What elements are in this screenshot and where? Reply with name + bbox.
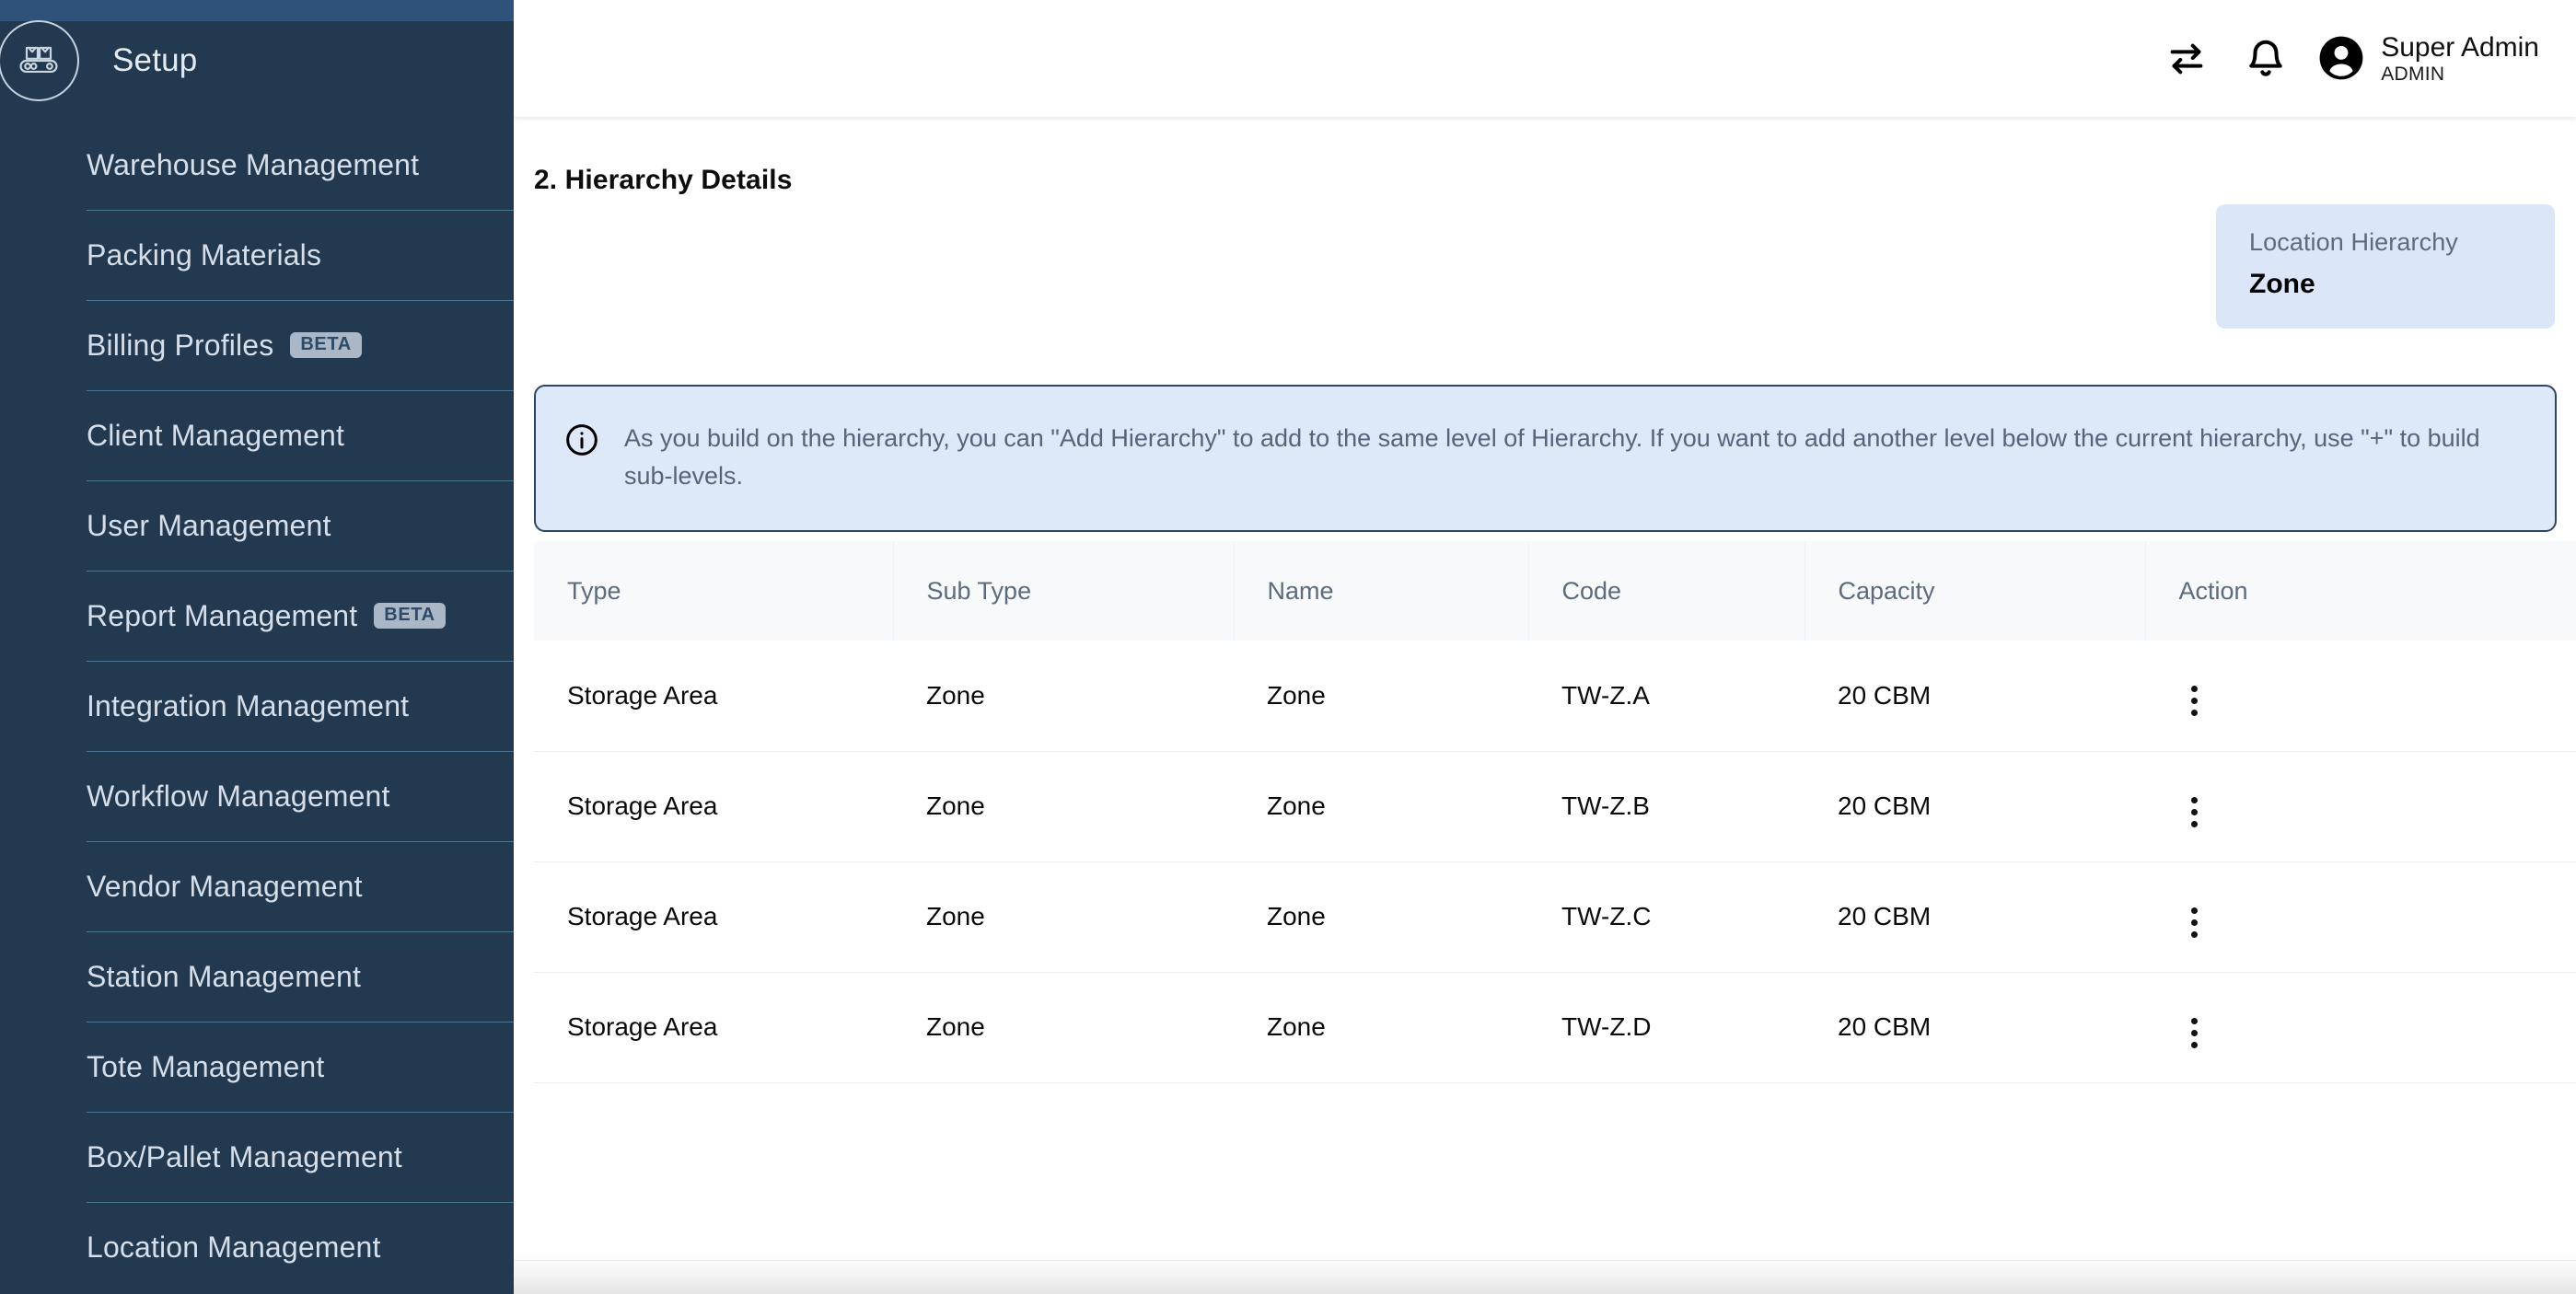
- sidebar-nav: Warehouse Management Packing Materials B…: [0, 120, 514, 1292]
- sidebar-item-client-management[interactable]: Client Management: [0, 390, 514, 480]
- cell-type: Storage Area: [534, 972, 893, 1082]
- bottom-shadow: [514, 1252, 2576, 1294]
- column-header-code: Code: [1528, 541, 1804, 641]
- table-row: Storage Area Zone Zone TW-Z.B 20 CBM: [534, 751, 2576, 861]
- cell-name: Zone: [1234, 641, 1528, 751]
- cell-code: TW-Z.A: [1528, 641, 1804, 751]
- cell-sub-type: Zone: [893, 641, 1234, 751]
- bell-icon[interactable]: [2226, 19, 2305, 98]
- sidebar-item-station-management[interactable]: Station Management: [0, 931, 514, 1022]
- cell-capacity: 20 CBM: [1804, 861, 2145, 972]
- sidebar-item-billing-profiles[interactable]: Billing Profiles BETA: [0, 300, 514, 390]
- column-header-name: Name: [1234, 541, 1528, 641]
- column-header-type: Type: [534, 541, 893, 641]
- sidebar-brand[interactable]: Setup: [0, 0, 514, 99]
- conveyor-belt-icon: [0, 20, 79, 101]
- cell-capacity: 20 CBM: [1804, 972, 2145, 1082]
- sidebar-item-user-management[interactable]: User Management: [0, 480, 514, 571]
- kebab-menu-icon[interactable]: [2178, 791, 2210, 833]
- sidebar-item-location-management[interactable]: Location Management: [0, 1202, 514, 1292]
- kebab-menu-icon[interactable]: [2178, 1012, 2210, 1054]
- location-hierarchy-card: Location Hierarchy Zone: [2216, 204, 2555, 329]
- info-banner: As you build on the hierarchy, you can "…: [534, 385, 2557, 532]
- beta-badge: BETA: [290, 332, 361, 358]
- cell-action: [2145, 641, 2576, 751]
- bottom-divider: [514, 1260, 2576, 1261]
- cell-sub-type: Zone: [893, 861, 1234, 972]
- location-hierarchy-value: Zone: [2249, 269, 2555, 300]
- sidebar-item-label: User Management: [87, 509, 331, 543]
- user-name: Super Admin: [2381, 32, 2539, 64]
- sidebar: Setup Warehouse Management Packing Mater…: [0, 0, 514, 1294]
- sidebar-item-box-pallet-management[interactable]: Box/Pallet Management: [0, 1112, 514, 1202]
- sidebar-item-label: Box/Pallet Management: [87, 1140, 402, 1174]
- sidebar-item-report-management[interactable]: Report Management BETA: [0, 571, 514, 661]
- table-row: Storage Area Zone Zone TW-Z.A 20 CBM: [534, 641, 2576, 751]
- location-hierarchy-label: Location Hierarchy: [2249, 228, 2555, 257]
- sidebar-item-warehouse-management[interactable]: Warehouse Management: [0, 120, 514, 210]
- cell-type: Storage Area: [534, 751, 893, 861]
- app-root: Setup Warehouse Management Packing Mater…: [0, 0, 2576, 1294]
- sidebar-item-vendor-management[interactable]: Vendor Management: [0, 841, 514, 931]
- table-header-row: Type Sub Type Name Code Capacity Action: [534, 541, 2576, 641]
- sidebar-item-label: Integration Management: [87, 689, 409, 723]
- sidebar-item-label: Vendor Management: [87, 870, 363, 904]
- sidebar-item-tote-management[interactable]: Tote Management: [0, 1022, 514, 1112]
- user-role: ADMIN: [2381, 64, 2539, 86]
- sidebar-item-label: Client Management: [87, 419, 344, 453]
- table-row: Storage Area Zone Zone TW-Z.C 20 CBM: [534, 861, 2576, 972]
- main-area: Super Admin ADMIN 2. Hierarchy Details L…: [514, 0, 2576, 1294]
- cell-type: Storage Area: [534, 641, 893, 751]
- top-bar: Super Admin ADMIN: [514, 0, 2576, 117]
- sidebar-item-label: Billing Profiles: [87, 329, 273, 363]
- cell-sub-type: Zone: [893, 751, 1234, 861]
- cell-action: [2145, 861, 2576, 972]
- sidebar-item-packing-materials[interactable]: Packing Materials: [0, 210, 514, 300]
- sidebar-item-workflow-management[interactable]: Workflow Management: [0, 751, 514, 841]
- user-menu[interactable]: Super Admin ADMIN: [2316, 32, 2539, 85]
- sidebar-item-label: Warehouse Management: [87, 148, 419, 182]
- info-circle-icon: [563, 422, 600, 458]
- cell-type: Storage Area: [534, 861, 893, 972]
- hierarchy-table-container: Type Sub Type Name Code Capacity Action …: [534, 541, 2576, 1083]
- hierarchy-table: Type Sub Type Name Code Capacity Action …: [534, 541, 2576, 1083]
- cell-sub-type: Zone: [893, 972, 1234, 1082]
- cell-code: TW-Z.B: [1528, 751, 1804, 861]
- info-banner-text: As you build on the hierarchy, you can "…: [624, 420, 2484, 495]
- sidebar-item-integration-management[interactable]: Integration Management: [0, 661, 514, 751]
- sidebar-item-label: Tote Management: [87, 1050, 324, 1084]
- page-title: 2. Hierarchy Details: [534, 165, 792, 196]
- kebab-menu-icon[interactable]: [2178, 680, 2210, 722]
- table-row: Storage Area Zone Zone TW-Z.D 20 CBM: [534, 972, 2576, 1082]
- cell-name: Zone: [1234, 861, 1528, 972]
- content-area: 2. Hierarchy Details Location Hierarchy …: [514, 117, 2576, 1294]
- cell-code: TW-Z.D: [1528, 972, 1804, 1082]
- user-avatar-icon: [2316, 33, 2366, 83]
- cell-action: [2145, 751, 2576, 861]
- topbar-icon-group: Super Admin ADMIN: [2147, 19, 2539, 98]
- swap-arrows-icon[interactable]: [2147, 19, 2226, 98]
- sidebar-brand-title: Setup: [112, 42, 197, 79]
- kebab-menu-icon[interactable]: [2178, 902, 2210, 943]
- cell-name: Zone: [1234, 751, 1528, 861]
- sidebar-item-label: Packing Materials: [87, 238, 321, 272]
- cell-capacity: 20 CBM: [1804, 641, 2145, 751]
- sidebar-item-label: Workflow Management: [87, 780, 390, 814]
- cell-capacity: 20 CBM: [1804, 751, 2145, 861]
- cell-action: [2145, 972, 2576, 1082]
- cell-name: Zone: [1234, 972, 1528, 1082]
- sidebar-item-label: Station Management: [87, 960, 361, 994]
- user-info: Super Admin ADMIN: [2381, 32, 2539, 85]
- beta-badge: BETA: [374, 603, 445, 629]
- column-header-capacity: Capacity: [1804, 541, 2145, 641]
- table-header: Type Sub Type Name Code Capacity Action: [534, 541, 2576, 641]
- column-header-sub-type: Sub Type: [893, 541, 1234, 641]
- cell-code: TW-Z.C: [1528, 861, 1804, 972]
- sidebar-item-label: Location Management: [87, 1230, 381, 1265]
- column-header-action: Action: [2145, 541, 2576, 641]
- sidebar-item-label: Report Management: [87, 599, 357, 633]
- table-body: Storage Area Zone Zone TW-Z.A 20 CBM Sto…: [534, 641, 2576, 1082]
